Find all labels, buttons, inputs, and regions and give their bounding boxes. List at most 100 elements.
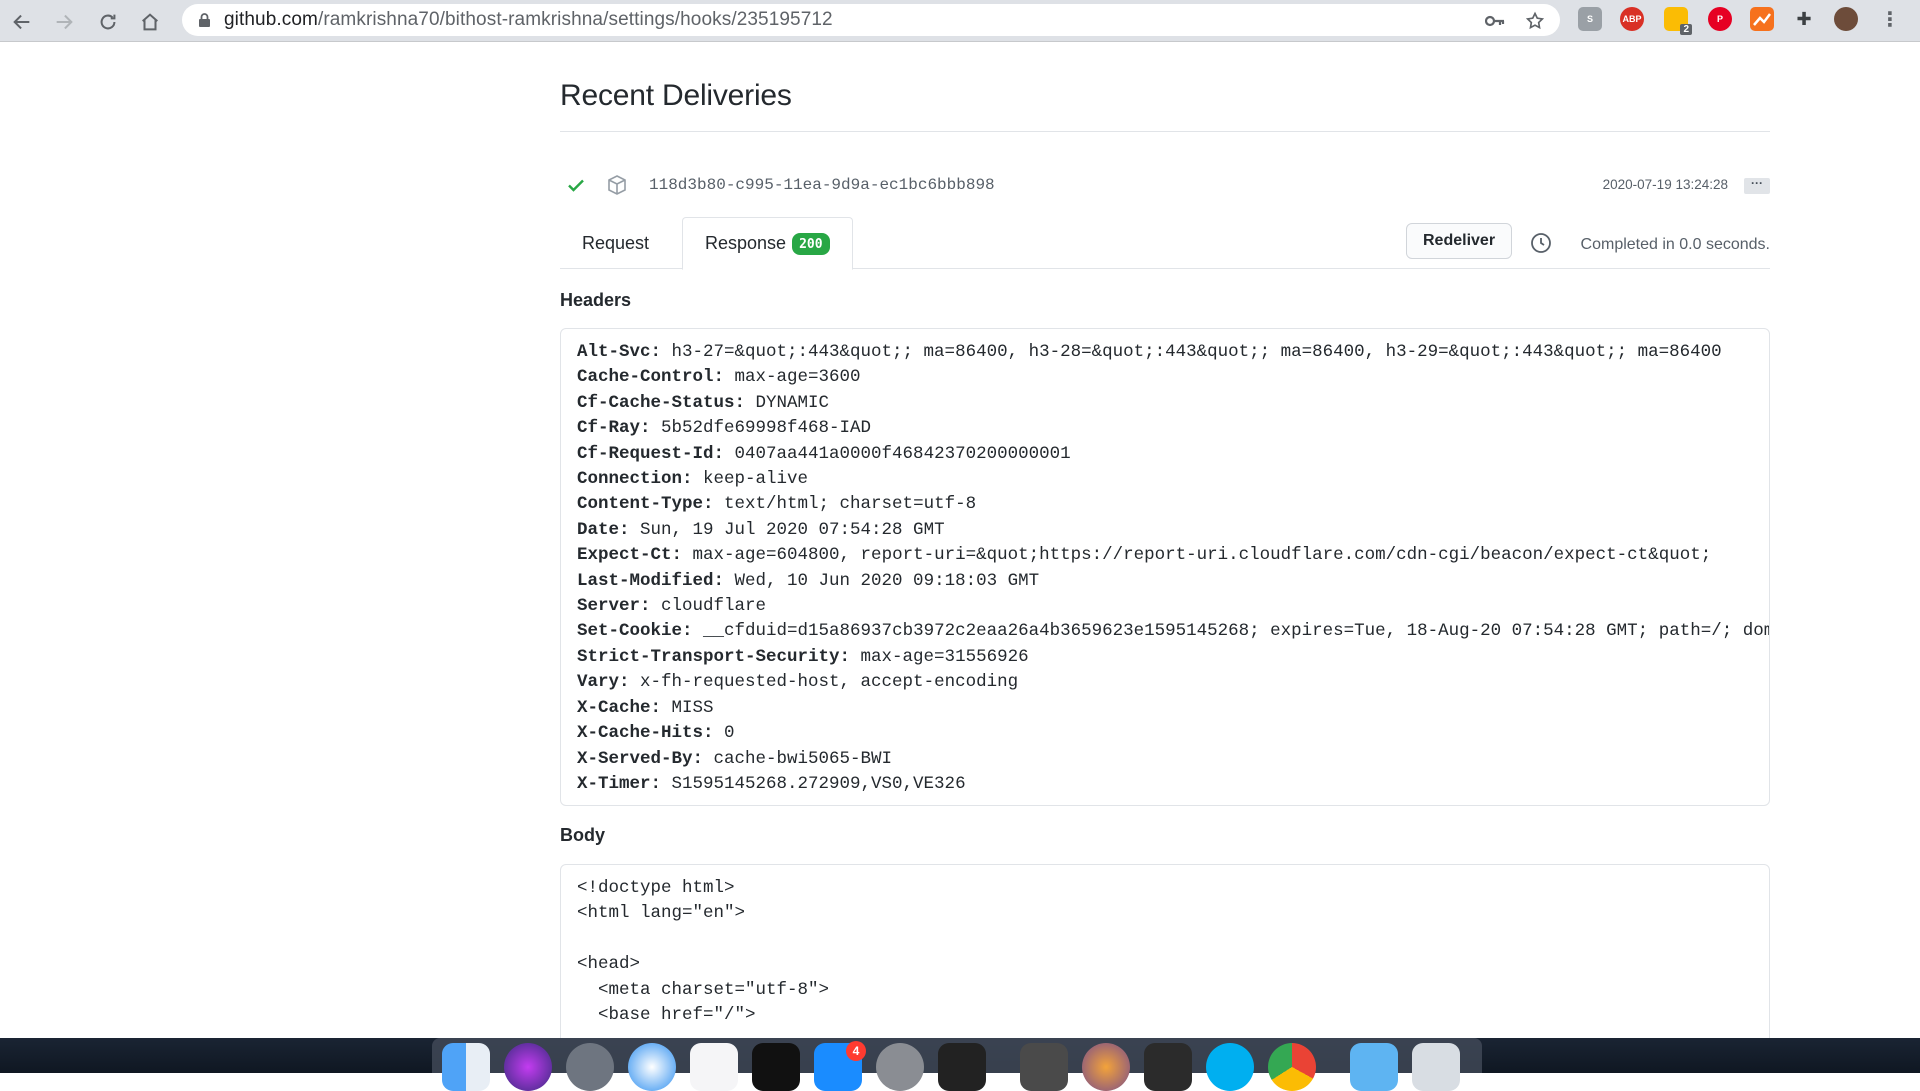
header-name: X-Cache-Hits:	[577, 723, 714, 744]
response-status-badge: 200	[792, 232, 830, 255]
extensions-puzzle-icon[interactable]: ✚	[1792, 7, 1816, 31]
header-value: 0	[713, 723, 735, 744]
header-name: Strict-Transport-Security:	[577, 646, 851, 667]
header-name: Cf-Cache-Status:	[577, 392, 746, 413]
body-line: <!doctype html>	[577, 878, 735, 898]
divider	[560, 131, 1770, 132]
notes-ext-icon[interactable]: 2	[1664, 7, 1692, 35]
dock: 4	[432, 1038, 1482, 1091]
siri-icon[interactable]	[504, 1043, 552, 1091]
tab-request-label: Request	[582, 232, 650, 253]
safari-icon[interactable]	[628, 1043, 676, 1091]
header-line: Cf-Ray: 5b52dfe69998f468-IAD	[577, 416, 1769, 441]
tv-icon[interactable]	[752, 1043, 800, 1091]
header-line: Strict-Transport-Security: max-age=31556…	[577, 645, 1769, 670]
package-icon	[606, 174, 628, 196]
music-icon[interactable]	[690, 1043, 738, 1091]
header-line: Last-Modified: Wed, 10 Jun 2020 09:18:03…	[577, 569, 1769, 594]
header-name: X-Served-By:	[577, 748, 704, 769]
header-name: Last-Modified:	[577, 570, 725, 591]
header-value: cloudflare	[650, 596, 767, 617]
delivery-timestamp: 2020-07-19 13:24:28	[1602, 177, 1728, 192]
body-line: <base href="/">	[577, 1005, 756, 1026]
completed-text: Completed in 0.0 seconds.	[1580, 236, 1770, 253]
sublime-text-icon[interactable]	[1020, 1043, 1068, 1091]
header-line: Alt-Svc: h3-27=&quot;:443&quot;; ma=8640…	[577, 340, 1769, 365]
page-title: Recent Deliveries	[560, 79, 792, 112]
menu-kebab-icon[interactable]: ⋮	[1878, 7, 1902, 31]
header-name: Cache-Control:	[577, 367, 725, 388]
back-icon[interactable]	[6, 6, 38, 38]
skype-icon[interactable]	[1206, 1043, 1254, 1091]
header-value: MISS	[661, 697, 714, 718]
chart-ext-icon[interactable]	[1750, 7, 1774, 31]
header-line: Set-Cookie: __cfduid=d15a86937cb3972c2ea…	[577, 619, 1769, 644]
header-line: Cf-Cache-Status: DYNAMIC	[577, 391, 1769, 416]
forward-icon[interactable]	[48, 6, 80, 38]
downloads-folder-icon[interactable]	[1350, 1043, 1398, 1091]
blender-icon[interactable]	[1082, 1043, 1130, 1091]
page-content: Recent Deliveries 118d3b80-c995-11ea-9d9…	[0, 43, 1920, 1038]
trash-icon[interactable]	[1412, 1043, 1460, 1091]
finder-icon[interactable]	[442, 1043, 490, 1091]
header-line: X-Served-By: cache-bwi5065-BWI	[577, 747, 1769, 772]
header-line: Connection: keep-alive	[577, 467, 1769, 492]
app-store-icon[interactable]: 4	[814, 1041, 866, 1091]
chrome-icon[interactable]	[1268, 1043, 1316, 1091]
extension-badge: 2	[1680, 24, 1692, 35]
pinterest-icon[interactable]: P	[1708, 7, 1732, 31]
lock-icon	[198, 12, 212, 28]
header-value: text/html; charset=utf-8	[713, 494, 977, 515]
header-name: Vary:	[577, 672, 630, 693]
key-icon[interactable]	[1484, 10, 1506, 32]
header-value: max-age=31556926	[850, 646, 1029, 667]
bookmark-star-icon[interactable]	[1524, 10, 1546, 32]
home-icon[interactable]	[134, 6, 166, 38]
browser-toolbar: github.com/ramkrishna70/bithost-ramkrish…	[0, 0, 1920, 42]
tab-response[interactable]: Response 200	[682, 217, 853, 270]
check-icon	[566, 175, 586, 195]
more-options-button[interactable]: ···	[1744, 177, 1770, 194]
tab-request[interactable]: Request	[560, 217, 671, 269]
header-line: Vary: x-fh-requested-host, accept-encodi…	[577, 670, 1769, 695]
header-line: Cf-Request-Id: 0407aa441a0000f4684237020…	[577, 442, 1769, 467]
address-bar[interactable]: github.com/ramkrishna70/bithost-ramkrish…	[182, 4, 1560, 36]
header-line: X-Timer: S1595145268.272909,VS0,VE326	[577, 772, 1769, 797]
clock-icon	[1530, 232, 1552, 254]
header-value: __cfduid=d15a86937cb3972c2eaa26a4b365962…	[692, 621, 1769, 642]
tab-response-label: Response	[705, 233, 787, 253]
header-value: S1595145268.272909,VS0,VE326	[661, 773, 966, 794]
app-store-badge: 4	[846, 1041, 866, 1061]
header-name: Connection:	[577, 469, 693, 490]
header-name: X-Timer:	[577, 773, 662, 794]
header-name: Cf-Ray:	[577, 418, 651, 439]
headers-code-box: Alt-Svc: h3-27=&quot;:443&quot;; ma=8640…	[560, 328, 1770, 806]
body-line: <head>	[577, 954, 641, 975]
header-name: Content-Type:	[577, 494, 714, 515]
adblock-plus-icon[interactable]: ABP	[1620, 7, 1644, 31]
header-name: Expect-Ct:	[577, 545, 683, 566]
header-line: Date: Sun, 19 Jul 2020 07:54:28 GMT	[577, 518, 1769, 543]
system-preferences-icon[interactable]	[876, 1043, 924, 1091]
terminal-icon[interactable]	[938, 1043, 986, 1091]
reload-icon[interactable]	[92, 6, 124, 38]
launchpad-icon[interactable]	[566, 1043, 614, 1091]
header-line: Expect-Ct: max-age=604800, report-uri=&q…	[577, 543, 1769, 568]
delivery-guid[interactable]: 118d3b80-c995-11ea-9d9a-ec1bc6bbb898	[649, 176, 995, 194]
activity-monitor-icon[interactable]	[1144, 1043, 1192, 1091]
header-value: 5b52dfe69998f468-IAD	[650, 418, 872, 439]
profile-avatar[interactable]	[1834, 7, 1858, 31]
body-line: <html lang="en">	[577, 903, 746, 924]
body-code-box: <!doctype html> <html lang="en"> <head> <m…	[560, 864, 1770, 1038]
delivery-row[interactable]: 118d3b80-c995-11ea-9d9a-ec1bc6bbb898 202…	[560, 170, 1770, 200]
header-line: Content-Type: text/html; charset=utf-8	[577, 492, 1769, 517]
header-value: x-fh-requested-host, accept-encoding	[629, 672, 1019, 693]
skype-ext-icon[interactable]: S	[1578, 7, 1602, 31]
header-value: cache-bwi5065-BWI	[703, 748, 893, 769]
body-heading: Body	[560, 825, 605, 845]
header-value: keep-alive	[692, 469, 809, 490]
body-line	[577, 927, 1769, 952]
redeliver-button[interactable]: Redeliver	[1406, 223, 1513, 259]
header-value: h3-27=&quot;:443&quot;; ma=86400, h3-28=…	[661, 342, 1722, 362]
header-name: Server:	[577, 596, 651, 617]
